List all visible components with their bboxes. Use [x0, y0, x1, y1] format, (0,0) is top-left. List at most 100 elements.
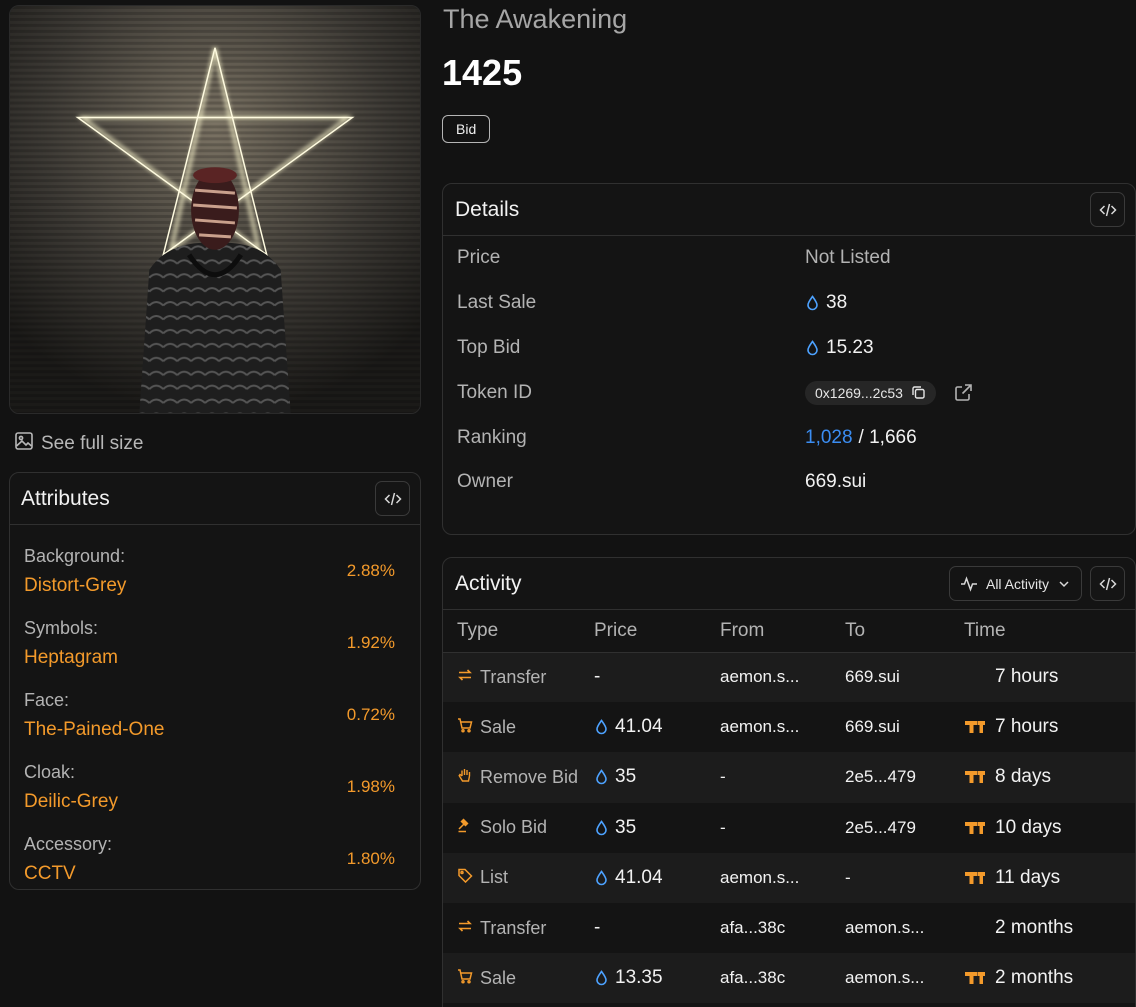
details-code-button[interactable] [1090, 192, 1125, 227]
attributes-code-button[interactable] [375, 481, 410, 516]
detail-row-token-id: Token ID 0x1269...2c53 [457, 370, 1135, 415]
activity-to[interactable]: aemon.s... [845, 968, 924, 987]
activity-type: Transfer [480, 917, 547, 938]
detail-row-price: Price Not Listed [457, 236, 1135, 281]
attribute-value[interactable]: Distort-Grey [24, 571, 126, 600]
token-id-copy-pill[interactable]: 0x1269...2c53 [805, 380, 936, 405]
activity-from[interactable]: aemon.s... [720, 667, 799, 686]
activity-from[interactable]: afa...38c [720, 968, 785, 987]
attribute-rarity: 2.88% [346, 561, 395, 580]
sui-drop-icon [594, 719, 609, 735]
sui-drop-icon [594, 819, 609, 836]
activity-row[interactable]: Remove Bid 35 - 2e5...479 8 days [443, 752, 1135, 803]
see-full-size-link[interactable]: See full size [14, 432, 143, 456]
activity-table-header: Type Price From To Time [443, 610, 1135, 653]
owner-link[interactable]: 669.sui [805, 471, 866, 493]
activity-price: 41.04 [615, 866, 663, 888]
see-full-size-label: See full size [41, 433, 144, 454]
activity-filter-dropdown[interactable]: All Activity [948, 566, 1082, 601]
token-title: 1425 [442, 52, 523, 93]
activity-row[interactable]: Transfer - aemon.s... 669.sui 7 hours [443, 652, 1135, 703]
activity-row[interactable]: Solo Bid 35 - 2e5...479 10 days [443, 803, 1135, 853]
column-to: To [845, 610, 962, 653]
column-time: Time [962, 610, 1135, 653]
copy-icon [912, 386, 925, 399]
sui-drop-icon [805, 340, 820, 356]
activity-from[interactable]: afa...38c [720, 918, 785, 937]
detail-row-ranking: Ranking 1,028 / 1,666 [457, 415, 1135, 460]
activity-to[interactable]: 2e5...479 [845, 818, 916, 837]
activity-time: 7 hours [995, 716, 1059, 738]
attribute-rarity: 1.80% [346, 849, 395, 868]
code-icon [383, 492, 402, 505]
transfer-icon [457, 918, 473, 939]
activity-type: Solo Bid [480, 817, 548, 838]
external-link-icon[interactable] [954, 383, 973, 402]
attribute-name: Symbols: [24, 618, 99, 638]
activity-header: Activity All Activity [443, 558, 1135, 610]
activity-row[interactable]: Sale 13.35 afa...38c aemon.s... 2 months [443, 953, 1135, 1004]
activity-price: 35 [615, 766, 637, 788]
detail-label: Owner [457, 471, 513, 493]
activity-type: Remove Bid [480, 766, 579, 787]
attribute-name: Face: [24, 690, 70, 710]
activity-from[interactable]: aemon.s... [720, 717, 799, 736]
activity-type: List [480, 867, 509, 888]
activity-time: 11 days [995, 866, 1061, 888]
code-icon [1098, 203, 1117, 216]
marketplace-icon [964, 720, 986, 734]
detail-row-top-bid: Top Bid 15.23 [457, 326, 1135, 371]
activity-time: 10 days [995, 816, 1062, 838]
collection-name[interactable]: The Awakening [443, 4, 627, 35]
activity-from[interactable]: - [720, 818, 726, 837]
rank-link[interactable]: 1,028 [805, 427, 853, 449]
attribute-value[interactable]: Heptagram [24, 643, 118, 672]
attribute-rarity: 1.98% [346, 777, 395, 796]
activity-code-button[interactable] [1090, 566, 1125, 601]
attribute-value[interactable]: The-Pained-One [24, 715, 164, 744]
activity-from[interactable]: aemon.s... [720, 868, 799, 887]
detail-label: Top Bid [457, 336, 521, 358]
attribute-row-face[interactable]: Face: The-Pained-One 0.72% [24, 679, 407, 751]
image-icon [14, 431, 34, 457]
detail-row-last-sale: Last Sale 38 [457, 281, 1135, 326]
activity-to[interactable]: - [845, 868, 851, 887]
attribute-value[interactable]: CCTV [24, 859, 112, 888]
nft-image[interactable] [9, 5, 421, 414]
activity-row[interactable]: Sale 41.04 aemon.s... 669.sui 7 hours [443, 702, 1135, 752]
marketplace-icon [964, 770, 986, 784]
sui-drop-icon [594, 869, 609, 886]
nft-artwork [10, 6, 420, 413]
detail-label: Last Sale [457, 292, 537, 314]
column-type: Type [443, 610, 594, 653]
attribute-name: Background: [24, 546, 126, 566]
attribute-row-accessory[interactable]: Accessory: CCTV 1.80% [24, 823, 407, 895]
activity-time: 2 months [995, 917, 1074, 939]
attribute-value[interactable]: Deilic-Grey [24, 787, 118, 816]
activity-price: - [594, 917, 601, 939]
token-id-text: 0x1269...2c53 [815, 384, 903, 401]
attribute-row-background[interactable]: Background: Distort-Grey 2.88% [24, 535, 407, 607]
activity-to[interactable]: aemon.s... [845, 918, 924, 937]
activity-to[interactable]: 669.sui [845, 667, 900, 686]
chevron-down-icon [1059, 580, 1069, 587]
details-title: Details [455, 197, 520, 221]
activity-time: 2 months [995, 967, 1074, 989]
sui-drop-icon [594, 970, 609, 986]
activity-from[interactable]: - [720, 767, 726, 786]
activity-filter-label: All Activity [985, 575, 1049, 592]
attributes-header: Attributes [10, 473, 420, 525]
attribute-row-cloak[interactable]: Cloak: Deilic-Grey 1.98% [24, 751, 407, 823]
activity-row[interactable]: List 41.04 aemon.s... - 11 days [443, 852, 1135, 903]
bid-button[interactable]: Bid [442, 115, 491, 143]
activity-to[interactable]: 2e5...479 [845, 767, 916, 786]
activity-type: Sale [480, 716, 517, 737]
attribute-row-symbols[interactable]: Symbols: Heptagram 1.92% [24, 607, 407, 679]
cart-icon [457, 968, 473, 989]
activity-row[interactable]: Transfer - afa...38c aemon.s... 2 months [443, 903, 1135, 953]
activity-panel: Activity All Activity Type Price From To… [442, 557, 1136, 1007]
activity-to[interactable]: 669.sui [845, 717, 900, 736]
detail-label: Price [457, 247, 501, 269]
detail-label: Ranking [457, 426, 527, 448]
details-header: Details [443, 184, 1135, 236]
